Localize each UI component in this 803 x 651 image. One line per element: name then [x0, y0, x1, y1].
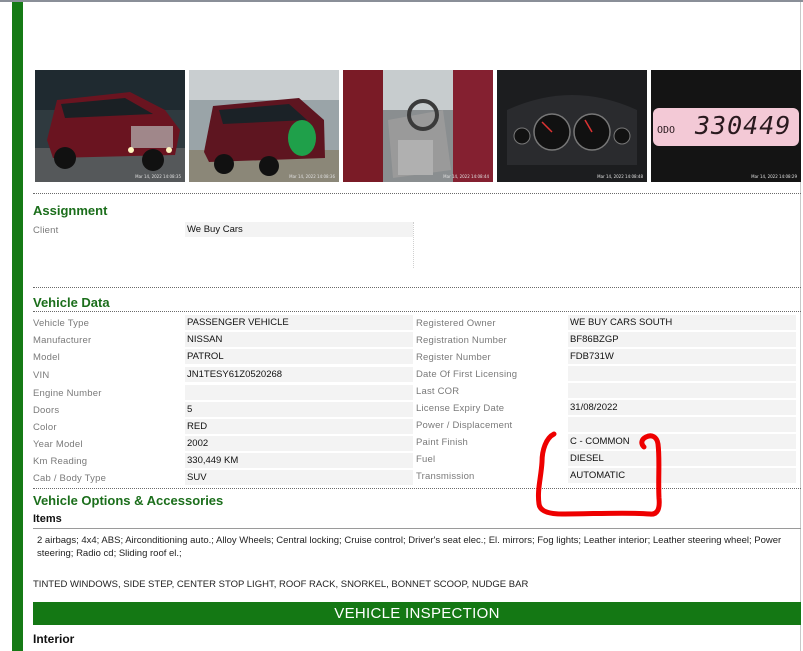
- body-type-label: Cab / Body Type: [33, 473, 107, 484]
- photo-timestamp: Mar 14, 2022 14:08:48: [597, 174, 643, 179]
- color-value: RED: [185, 419, 413, 434]
- divider: [33, 193, 801, 194]
- items-list: 2 airbags; 4x4; ABS; Airconditioning aut…: [37, 535, 782, 559]
- photo-timestamp: Mar 14, 2022 14:08:44: [443, 174, 489, 179]
- engine-number-label: Engine Number: [33, 388, 102, 399]
- register-number-value: FDB731W: [568, 349, 796, 364]
- photo-instrument-cluster[interactable]: Mar 14, 2022 14:08:48: [497, 70, 647, 182]
- power-displacement-label: Power / Displacement: [416, 420, 513, 431]
- registration-number-label: Registration Number: [416, 335, 507, 346]
- registered-owner-label: Registered Owner: [416, 318, 496, 329]
- year-model-value: 2002: [185, 436, 413, 451]
- paint-finish-label: Paint Finish: [416, 437, 469, 448]
- last-cor-value: [568, 383, 796, 398]
- year-model-label: Year Model: [33, 439, 83, 450]
- paint-finish-value: C - COMMON: [568, 434, 796, 449]
- power-displacement-value: [568, 417, 796, 432]
- fuel-value: DIESEL: [568, 451, 796, 466]
- assignment-title: Assignment: [33, 203, 108, 218]
- client-label: Client: [33, 225, 59, 236]
- license-expiry-value: 31/08/2022: [568, 400, 796, 415]
- extras-list: TINTED WINDOWS, SIDE STEP, CENTER STOP L…: [33, 579, 529, 590]
- registration-number-value: BF86BZGP: [568, 332, 796, 347]
- divider: [33, 287, 801, 288]
- client-value: We Buy Cars: [185, 222, 413, 237]
- vehicle-inspection-banner: VEHICLE INSPECTION: [33, 602, 801, 625]
- photo-rear-exterior[interactable]: Mar 14, 2022 14:08:36: [189, 70, 339, 182]
- first-licensing-value: [568, 366, 796, 381]
- photo-timestamp: Mar 14, 2022 14:08:29: [751, 174, 797, 179]
- manufacturer-value: NISSAN: [185, 332, 413, 347]
- color-label: Color: [33, 422, 57, 433]
- register-number-label: Register Number: [416, 352, 491, 363]
- first-licensing-label: Date Of First Licensing: [416, 369, 518, 380]
- interior-title: Interior: [33, 632, 75, 646]
- options-title: Vehicle Options & Accessories: [33, 493, 224, 508]
- transmission-value: AUTOMATIC: [568, 468, 796, 483]
- items-title: Items: [33, 513, 62, 525]
- odometer-label: ODO: [657, 125, 676, 136]
- doors-label: Doors: [33, 405, 60, 416]
- vehicle-data-title: Vehicle Data: [33, 295, 110, 310]
- transmission-label: Transmission: [416, 471, 475, 482]
- registered-owner-value: WE BUY CARS SOUTH: [568, 315, 796, 330]
- photo-odometer[interactable]: ODO 330449 Mar 14, 2022 14:08:29: [651, 70, 801, 182]
- odometer-value: 330449: [695, 111, 792, 140]
- vin-label: VIN: [33, 370, 50, 381]
- top-border: [0, 0, 803, 2]
- photo-timestamp: Mar 14, 2022 14:08:35: [135, 174, 181, 179]
- model-label: Model: [33, 352, 60, 363]
- divider: [33, 311, 801, 312]
- items-divider: [33, 528, 801, 529]
- model-value: PATROL: [185, 349, 413, 364]
- vehicle-type-value: PASSENGER VEHICLE: [185, 315, 413, 330]
- photo-strip: Mar 14, 2022 14:08:35 Mar 14, 2022 14:08…: [35, 70, 801, 182]
- fuel-label: Fuel: [416, 454, 436, 465]
- km-reading-label: Km Reading: [33, 456, 88, 467]
- body-type-value: SUV: [185, 470, 413, 485]
- last-cor-label: Last COR: [416, 386, 460, 397]
- manufacturer-label: Manufacturer: [33, 335, 92, 346]
- divider: [33, 488, 801, 489]
- photo-timestamp: Mar 14, 2022 14:08:36: [289, 174, 335, 179]
- photo-front-exterior[interactable]: Mar 14, 2022 14:08:35: [35, 70, 185, 182]
- engine-number-value: [185, 385, 413, 400]
- left-accent-bar: [12, 2, 23, 651]
- km-reading-value: 330,449 KM: [185, 453, 413, 468]
- license-expiry-label: License Expiry Date: [416, 403, 505, 414]
- doors-value: 5: [185, 402, 413, 417]
- vin-value: JN1TESY61Z0520268: [185, 367, 413, 382]
- assignment-column-divider: [413, 222, 414, 268]
- photo-interior[interactable]: Mar 14, 2022 14:08:44: [343, 70, 493, 182]
- vehicle-type-label: Vehicle Type: [33, 318, 90, 329]
